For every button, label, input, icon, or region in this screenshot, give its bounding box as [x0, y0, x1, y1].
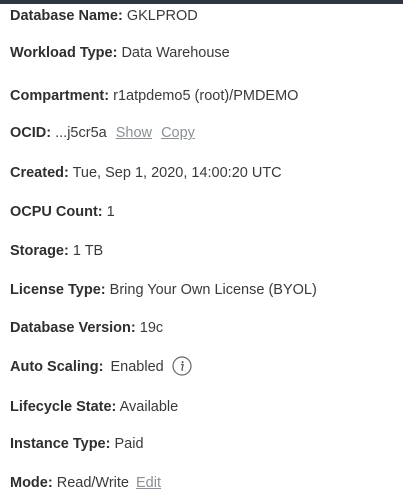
ocid-value: ...j5cr5a [55, 125, 107, 141]
lifecycle-state-row: Lifecycle State: Available [10, 397, 178, 417]
mode-value: Read/Write [56, 475, 129, 491]
database-version-row: Database Version: 19c [10, 318, 163, 338]
lifecycle-state-label: Lifecycle State: [10, 399, 117, 415]
workload-type-label: Workload Type: [10, 45, 118, 61]
created-label: Created: [10, 165, 69, 181]
auto-scaling-value: Enabled [110, 359, 164, 375]
database-name-value: GKLPROD [126, 8, 198, 24]
ocpu-count-label: OCPU Count: [10, 204, 103, 220]
mode-edit-link[interactable]: Edit [136, 475, 161, 491]
ocid-label: OCID: [10, 125, 52, 141]
database-name-label: Database Name: [10, 8, 123, 24]
ocid-copy-link[interactable]: Copy [161, 125, 195, 141]
workload-type-row: Workload Type: Data Warehouse [10, 43, 230, 63]
top-border [0, 0, 403, 4]
created-value: Tue, Sep 1, 2020, 14:00:20 UTC [72, 165, 282, 181]
storage-label: Storage: [10, 243, 69, 259]
database-version-value: 19c [139, 320, 164, 336]
ocid-row: OCID: ...j5cr5a Show Copy [10, 123, 195, 143]
ocid-show-link[interactable]: Show [116, 125, 152, 141]
instance-type-value: Paid [114, 436, 144, 452]
instance-type-row: Instance Type: Paid [10, 434, 144, 454]
mode-row: Mode: Read/Write Edit [10, 473, 161, 493]
compartment-row: Compartment: r1atpdemo5 (root)/PMDEMO [10, 86, 298, 106]
auto-scaling-row: Auto Scaling: Enabled [10, 356, 192, 377]
storage-value: 1 TB [72, 243, 104, 259]
ocpu-count-value: 1 [106, 204, 115, 220]
compartment-value: r1atpdemo5 (root)/PMDEMO [113, 88, 299, 104]
license-type-value: Bring Your Own License (BYOL) [109, 282, 317, 298]
workload-type-value: Data Warehouse [121, 45, 230, 61]
info-circle-icon[interactable] [172, 356, 192, 376]
license-type-label: License Type: [10, 282, 106, 298]
license-type-row: License Type: Bring Your Own License (BY… [10, 280, 317, 300]
created-row: Created: Tue, Sep 1, 2020, 14:00:20 UTC [10, 163, 282, 183]
database-name-row: Database Name: GKLPROD [10, 6, 198, 26]
lifecycle-state-value: Available [119, 399, 179, 415]
instance-type-label: Instance Type: [10, 436, 111, 452]
auto-scaling-label: Auto Scaling: [10, 359, 104, 375]
ocpu-count-row: OCPU Count: 1 [10, 202, 115, 222]
mode-label: Mode: [10, 475, 53, 491]
compartment-label: Compartment: [10, 88, 110, 104]
database-version-label: Database Version: [10, 320, 136, 336]
storage-row: Storage: 1 TB [10, 241, 103, 261]
